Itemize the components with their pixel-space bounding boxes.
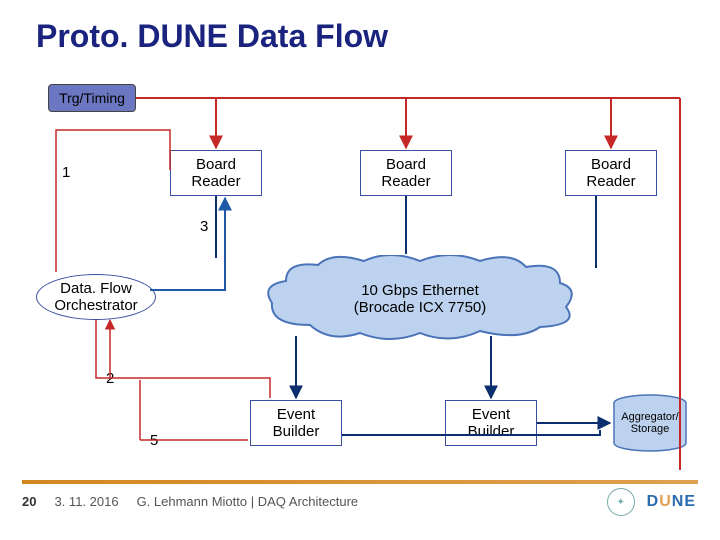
- footer: 20 3. 11. 2016 G. Lehmann Miotto | DAQ A…: [22, 494, 358, 509]
- ethernet-cloud: 10 Gbps Ethernet(Brocade ICX 7750): [260, 255, 580, 343]
- flow-marker-5: 5: [150, 432, 158, 449]
- ethernet-label: 10 Gbps Ethernet(Brocade ICX 7750): [354, 282, 487, 316]
- footer-divider: [22, 480, 698, 484]
- page-title: Proto. DUNE Data Flow: [36, 18, 388, 55]
- dune-logo: DUNE: [647, 493, 696, 511]
- flow-marker-2: 2: [106, 370, 114, 387]
- storage-label: Aggregator/Storage: [621, 411, 678, 435]
- board-reader-1: BoardReader: [170, 150, 262, 196]
- event-builder-2: EventBuilder: [445, 400, 537, 446]
- footer-credit: G. Lehmann Miotto | DAQ Architecture: [137, 494, 359, 509]
- board-reader-3: BoardReader: [565, 150, 657, 196]
- flow-marker-1: 1: [62, 164, 70, 181]
- trg-timing-box: Trg/Timing: [48, 84, 136, 112]
- board-reader-2: BoardReader: [360, 150, 452, 196]
- dataflow-orchestrator: Data. FlowOrchestrator: [36, 274, 156, 320]
- fermilab-logo: ✦: [607, 488, 635, 516]
- event-builder-1: EventBuilder: [250, 400, 342, 446]
- page-number: 20: [22, 494, 36, 509]
- aggregator-storage: Aggregator/Storage: [612, 394, 688, 452]
- footer-logos: ✦ DUNE: [607, 488, 696, 516]
- footer-date: 3. 11. 2016: [54, 494, 118, 509]
- flow-marker-3: 3: [200, 218, 208, 235]
